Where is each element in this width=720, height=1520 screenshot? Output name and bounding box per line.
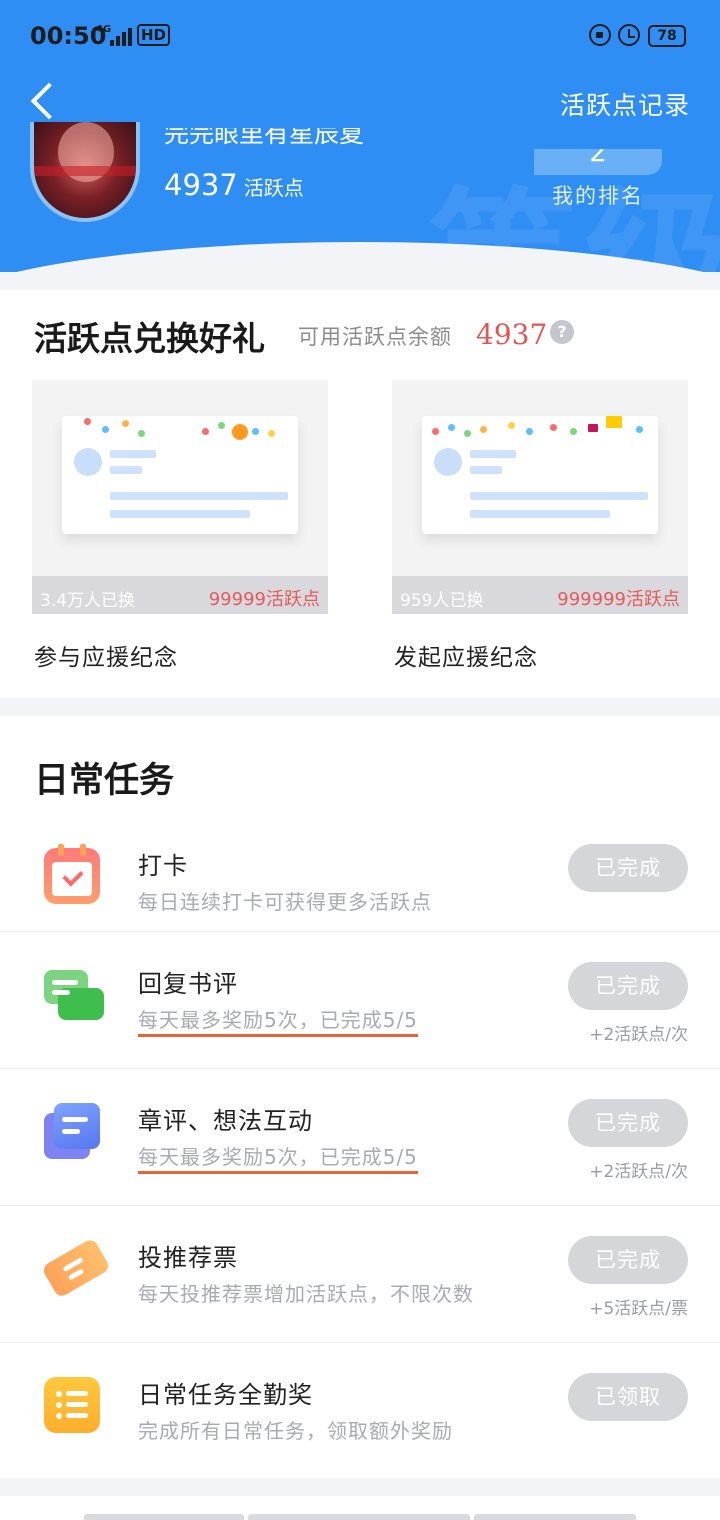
rotation-lock-icon: [589, 24, 611, 46]
points-record-link[interactable]: 活跃点记录: [560, 86, 690, 122]
profile-points-value: 4937: [164, 168, 238, 202]
task-status-button[interactable]: 已完成: [568, 1099, 688, 1147]
calendar-check-icon: [44, 844, 100, 904]
task-reward: +5活跃点/票: [589, 1299, 688, 1319]
task-reward: +2活跃点/次: [589, 1025, 688, 1045]
balance-value: 4937: [476, 318, 548, 351]
task-name: 章评、想法互动: [138, 1107, 313, 1135]
task-name: 投推荐票: [138, 1244, 238, 1272]
task-description: 完成所有日常任务，领取额外奖励: [138, 1419, 453, 1443]
status-time: 00:50: [30, 22, 107, 50]
gift-price: 99999活跃点: [208, 589, 320, 610]
profile-points-unit: 活跃点: [243, 176, 304, 200]
task-name: 日常任务全勤奖: [138, 1381, 313, 1409]
alarm-icon: [618, 24, 640, 46]
gift-thumbnail: [392, 380, 688, 614]
rank-label: 我的排名: [552, 184, 644, 208]
task-progress-description: 每天最多奖励5次，已完成5/5: [138, 1141, 418, 1174]
help-icon[interactable]: ?: [550, 320, 574, 344]
task-status-button[interactable]: 已领取: [568, 1373, 688, 1421]
exchange-title: 活跃点兑换好礼: [34, 319, 265, 358]
hd-badge: HD: [137, 24, 171, 46]
gift-exchange-count: 3.4万人已换: [40, 591, 136, 611]
signal-icon: [110, 26, 134, 46]
gift-price: 999999活跃点: [557, 589, 680, 610]
rank-value: 2: [589, 149, 607, 168]
task-description: 每日连续打卡可获得更多活跃点: [138, 890, 432, 914]
chat-bubbles-icon: [44, 966, 104, 1022]
daily-tasks-section: 日常任务 打卡 每日连续打卡可获得更多活跃点 已完成 回复书评 每天最多奖励5次…: [0, 716, 720, 1478]
back-button[interactable]: [24, 80, 64, 124]
card-preview: [62, 416, 298, 534]
gift-card-launch[interactable]: 959人已换 999999活跃点 发起应援纪念: [392, 380, 688, 680]
task-name: 打卡: [138, 852, 188, 880]
gift-exchange-count: 959人已换: [400, 591, 484, 611]
exchange-section: 活跃点兑换好礼 可用活跃点余额 4937 ? 3.4万人已换 99999活跃点 …: [0, 290, 720, 698]
profile-points: 4937 活跃点: [164, 168, 304, 202]
task-reward: +2活跃点/次: [589, 1162, 688, 1182]
task-status-button[interactable]: 已完成: [568, 844, 688, 892]
gift-name: 参与应援纪念: [34, 645, 178, 671]
task-row-full-attendance: 日常任务全勤奖 完成所有日常任务，领取额外奖励 已领取: [0, 1342, 720, 1479]
document-icon: [44, 1103, 100, 1159]
task-row-recommend-vote: 投推荐票 每天投推荐票增加活跃点，不限次数 已完成 +5活跃点/票: [0, 1205, 720, 1342]
card-preview: [422, 416, 658, 534]
gift-card-support[interactable]: 3.4万人已换 99999活跃点 参与应援纪念: [32, 380, 328, 680]
task-status-button[interactable]: 已完成: [568, 1236, 688, 1284]
network-type: 4G: [96, 24, 112, 35]
task-description: 每天投推荐票增加活跃点，不限次数: [138, 1282, 474, 1306]
task-progress-description: 每天最多奖励5次，已完成5/5: [138, 1004, 418, 1037]
task-row-chapter-comments: 章评、想法互动 每天最多奖励5次，已完成5/5 已完成 +2活跃点/次: [0, 1068, 720, 1205]
profile-name: 完完眼里有星辰夏: [164, 128, 365, 148]
rank-badge[interactable]: 2: [534, 149, 662, 175]
battery-icon: 78: [648, 25, 686, 47]
task-name: 回复书评: [138, 970, 238, 998]
bottom-peek: [0, 1496, 720, 1520]
status-bar: 00:50 4G HD 78: [0, 0, 720, 72]
ticket-icon: [41, 1237, 111, 1299]
gift-thumbnail: [32, 380, 328, 614]
profile-name-wrap: 完完眼里有星辰夏: [164, 128, 464, 150]
tasks-title: 日常任务: [34, 761, 175, 801]
profile-header: 等级 00:50 4G HD 78 活跃点记录 完完眼里有星辰夏 4937 活跃点…: [0, 0, 720, 272]
task-row-reply-review: 回复书评 每天最多奖励5次，已完成5/5 已完成 +2活跃点/次: [0, 931, 720, 1068]
task-status-button[interactable]: 已完成: [568, 962, 688, 1010]
list-icon: [44, 1377, 100, 1433]
gift-name: 发起应援纪念: [394, 645, 538, 671]
balance-label: 可用活跃点余额: [298, 325, 452, 349]
avatar[interactable]: [30, 122, 140, 222]
